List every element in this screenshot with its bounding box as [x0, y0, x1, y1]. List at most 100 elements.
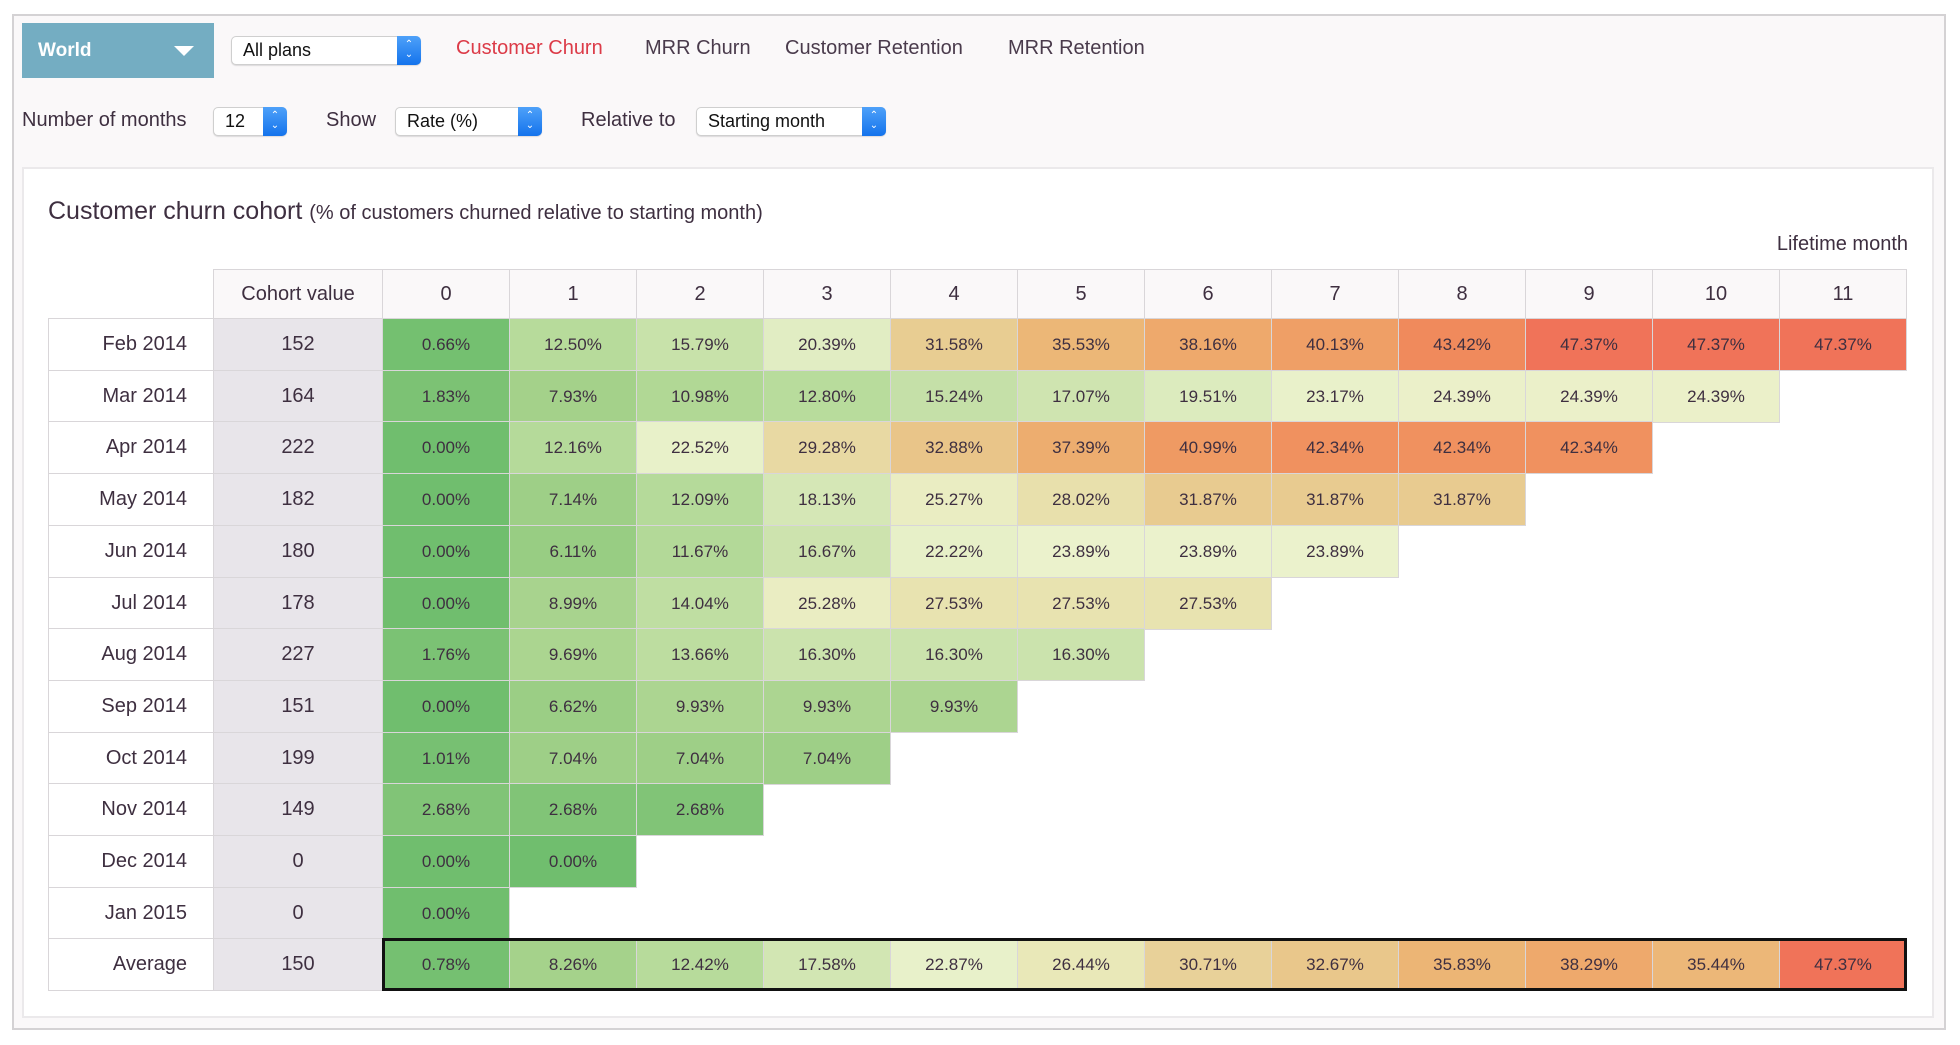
cohort-value: 180	[213, 525, 383, 578]
heatmap-cell: 2.68%	[636, 783, 764, 836]
region-label: World	[38, 40, 92, 61]
plan-select-value: All plans	[243, 40, 312, 60]
header-month-6: 6	[1144, 269, 1272, 319]
row-label: Mar 2014	[48, 370, 214, 423]
heatmap-cell: 31.87%	[1271, 473, 1399, 526]
heatmap-cell: 20.39%	[763, 318, 891, 371]
average-cohort-value: 150	[213, 938, 383, 991]
heatmap-cell: 31.58%	[890, 318, 1018, 371]
heatmap-cell: 27.53%	[1017, 577, 1145, 630]
updown-arrows-icon: ⌃ ⌄	[263, 107, 287, 136]
cohort-value: 152	[213, 318, 383, 371]
heatmap-cell: 28.02%	[1017, 473, 1145, 526]
heatmap-cell: 24.39%	[1398, 370, 1526, 423]
header-month-11: 11	[1779, 269, 1907, 319]
cohort-value: 164	[213, 370, 383, 423]
heatmap-cell: 29.28%	[763, 421, 891, 474]
cohort-value: 199	[213, 732, 383, 785]
average-cell: 32.67%	[1271, 938, 1399, 991]
cohort-value: 178	[213, 577, 383, 630]
average-cell: 35.44%	[1652, 938, 1780, 991]
heatmap-cell: 23.89%	[1271, 525, 1399, 578]
average-cell: 38.29%	[1525, 938, 1653, 991]
heatmap-cell: 11.67%	[636, 525, 764, 578]
heatmap-cell: 42.34%	[1271, 421, 1399, 474]
heatmap-cell: 0.66%	[382, 318, 510, 371]
heatmap-cell: 31.87%	[1144, 473, 1272, 526]
heatmap-cell: 0.00%	[382, 680, 510, 733]
heatmap-cell: 0.00%	[382, 577, 510, 630]
heatmap-cell: 12.50%	[509, 318, 637, 371]
row-label: Nov 2014	[48, 783, 214, 836]
tab-customer-retention[interactable]: Customer Retention	[785, 37, 963, 60]
row-label: Oct 2014	[48, 732, 214, 785]
heatmap-cell: 9.93%	[890, 680, 1018, 733]
heatmap-cell: 27.53%	[890, 577, 1018, 630]
cohort-value: 227	[213, 628, 383, 681]
tab-customer-churn[interactable]: Customer Churn	[456, 37, 603, 60]
region-dropdown[interactable]: World	[22, 23, 214, 78]
months-select-value: 12	[225, 111, 246, 131]
row-label: Aug 2014	[48, 628, 214, 681]
heatmap-cell: 35.53%	[1017, 318, 1145, 371]
heatmap-cell: 7.04%	[763, 732, 891, 785]
heatmap-cell: 10.98%	[636, 370, 764, 423]
header-month-5: 5	[1017, 269, 1145, 319]
average-cell: 17.58%	[763, 938, 891, 991]
heatmap-cell: 6.62%	[509, 680, 637, 733]
show-select[interactable]: Rate (%) ⌃ ⌄	[395, 107, 542, 136]
average-cell: 12.42%	[636, 938, 764, 991]
row-label: Apr 2014	[48, 421, 214, 474]
chevron-down-icon	[174, 46, 194, 56]
heatmap-cell: 1.76%	[382, 628, 510, 681]
cohort-value: 0	[213, 887, 383, 940]
heatmap-cell: 15.79%	[636, 318, 764, 371]
show-select-value: Rate (%)	[407, 111, 479, 131]
heatmap-cell: 16.30%	[1017, 628, 1145, 681]
heatmap-cell: 18.13%	[763, 473, 891, 526]
header-month-9: 9	[1525, 269, 1653, 319]
row-label: May 2014	[48, 473, 214, 526]
heatmap-cell: 47.37%	[1652, 318, 1780, 371]
row-label: Feb 2014	[48, 318, 214, 371]
heatmap-cell: 0.00%	[382, 525, 510, 578]
relative-to-label: Relative to	[581, 109, 676, 131]
average-cell: 26.44%	[1017, 938, 1145, 991]
plan-select[interactable]: All plans ⌃ ⌄	[231, 36, 421, 65]
updown-arrows-icon: ⌃ ⌄	[397, 36, 421, 65]
header-cohort-value: Cohort value	[213, 269, 383, 319]
heatmap-cell: 23.89%	[1144, 525, 1272, 578]
cohort-value: 0	[213, 835, 383, 888]
heatmap-cell: 13.66%	[636, 628, 764, 681]
cohort-value: 149	[213, 783, 383, 836]
tab-mrr-churn[interactable]: MRR Churn	[645, 37, 751, 60]
heatmap-cell: 1.01%	[382, 732, 510, 785]
months-select[interactable]: 12 ⌃ ⌄	[213, 107, 287, 136]
heatmap-cell: 25.28%	[763, 577, 891, 630]
heatmap-cell: 16.67%	[763, 525, 891, 578]
heatmap-cell: 37.39%	[1017, 421, 1145, 474]
heatmap-cell: 47.37%	[1525, 318, 1653, 371]
heatmap-cell: 17.07%	[1017, 370, 1145, 423]
updown-arrows-icon: ⌃ ⌄	[518, 107, 542, 136]
header-month-2: 2	[636, 269, 764, 319]
x-axis-label: Lifetime month	[1776, 233, 1908, 255]
updown-arrows-icon: ⌃ ⌄	[862, 107, 886, 136]
header-month-1: 1	[509, 269, 637, 319]
row-label: Sep 2014	[48, 680, 214, 733]
heatmap-cell: 9.93%	[636, 680, 764, 733]
heatmap-cell: 24.39%	[1652, 370, 1780, 423]
relative-to-select-value: Starting month	[708, 111, 826, 131]
heatmap-cell: 40.99%	[1144, 421, 1272, 474]
heatmap-cell: 6.11%	[509, 525, 637, 578]
heatmap-cell: 25.27%	[890, 473, 1018, 526]
heatmap-cell: 22.22%	[890, 525, 1018, 578]
header-month-3: 3	[763, 269, 891, 319]
heatmap-cell: 42.34%	[1398, 421, 1526, 474]
heatmap-cell: 32.88%	[890, 421, 1018, 474]
heatmap-cell: 31.87%	[1398, 473, 1526, 526]
tab-mrr-retention[interactable]: MRR Retention	[1008, 37, 1145, 60]
heatmap-cell: 0.00%	[382, 473, 510, 526]
show-label: Show	[326, 109, 377, 131]
relative-to-select[interactable]: Starting month ⌃ ⌄	[696, 107, 886, 136]
